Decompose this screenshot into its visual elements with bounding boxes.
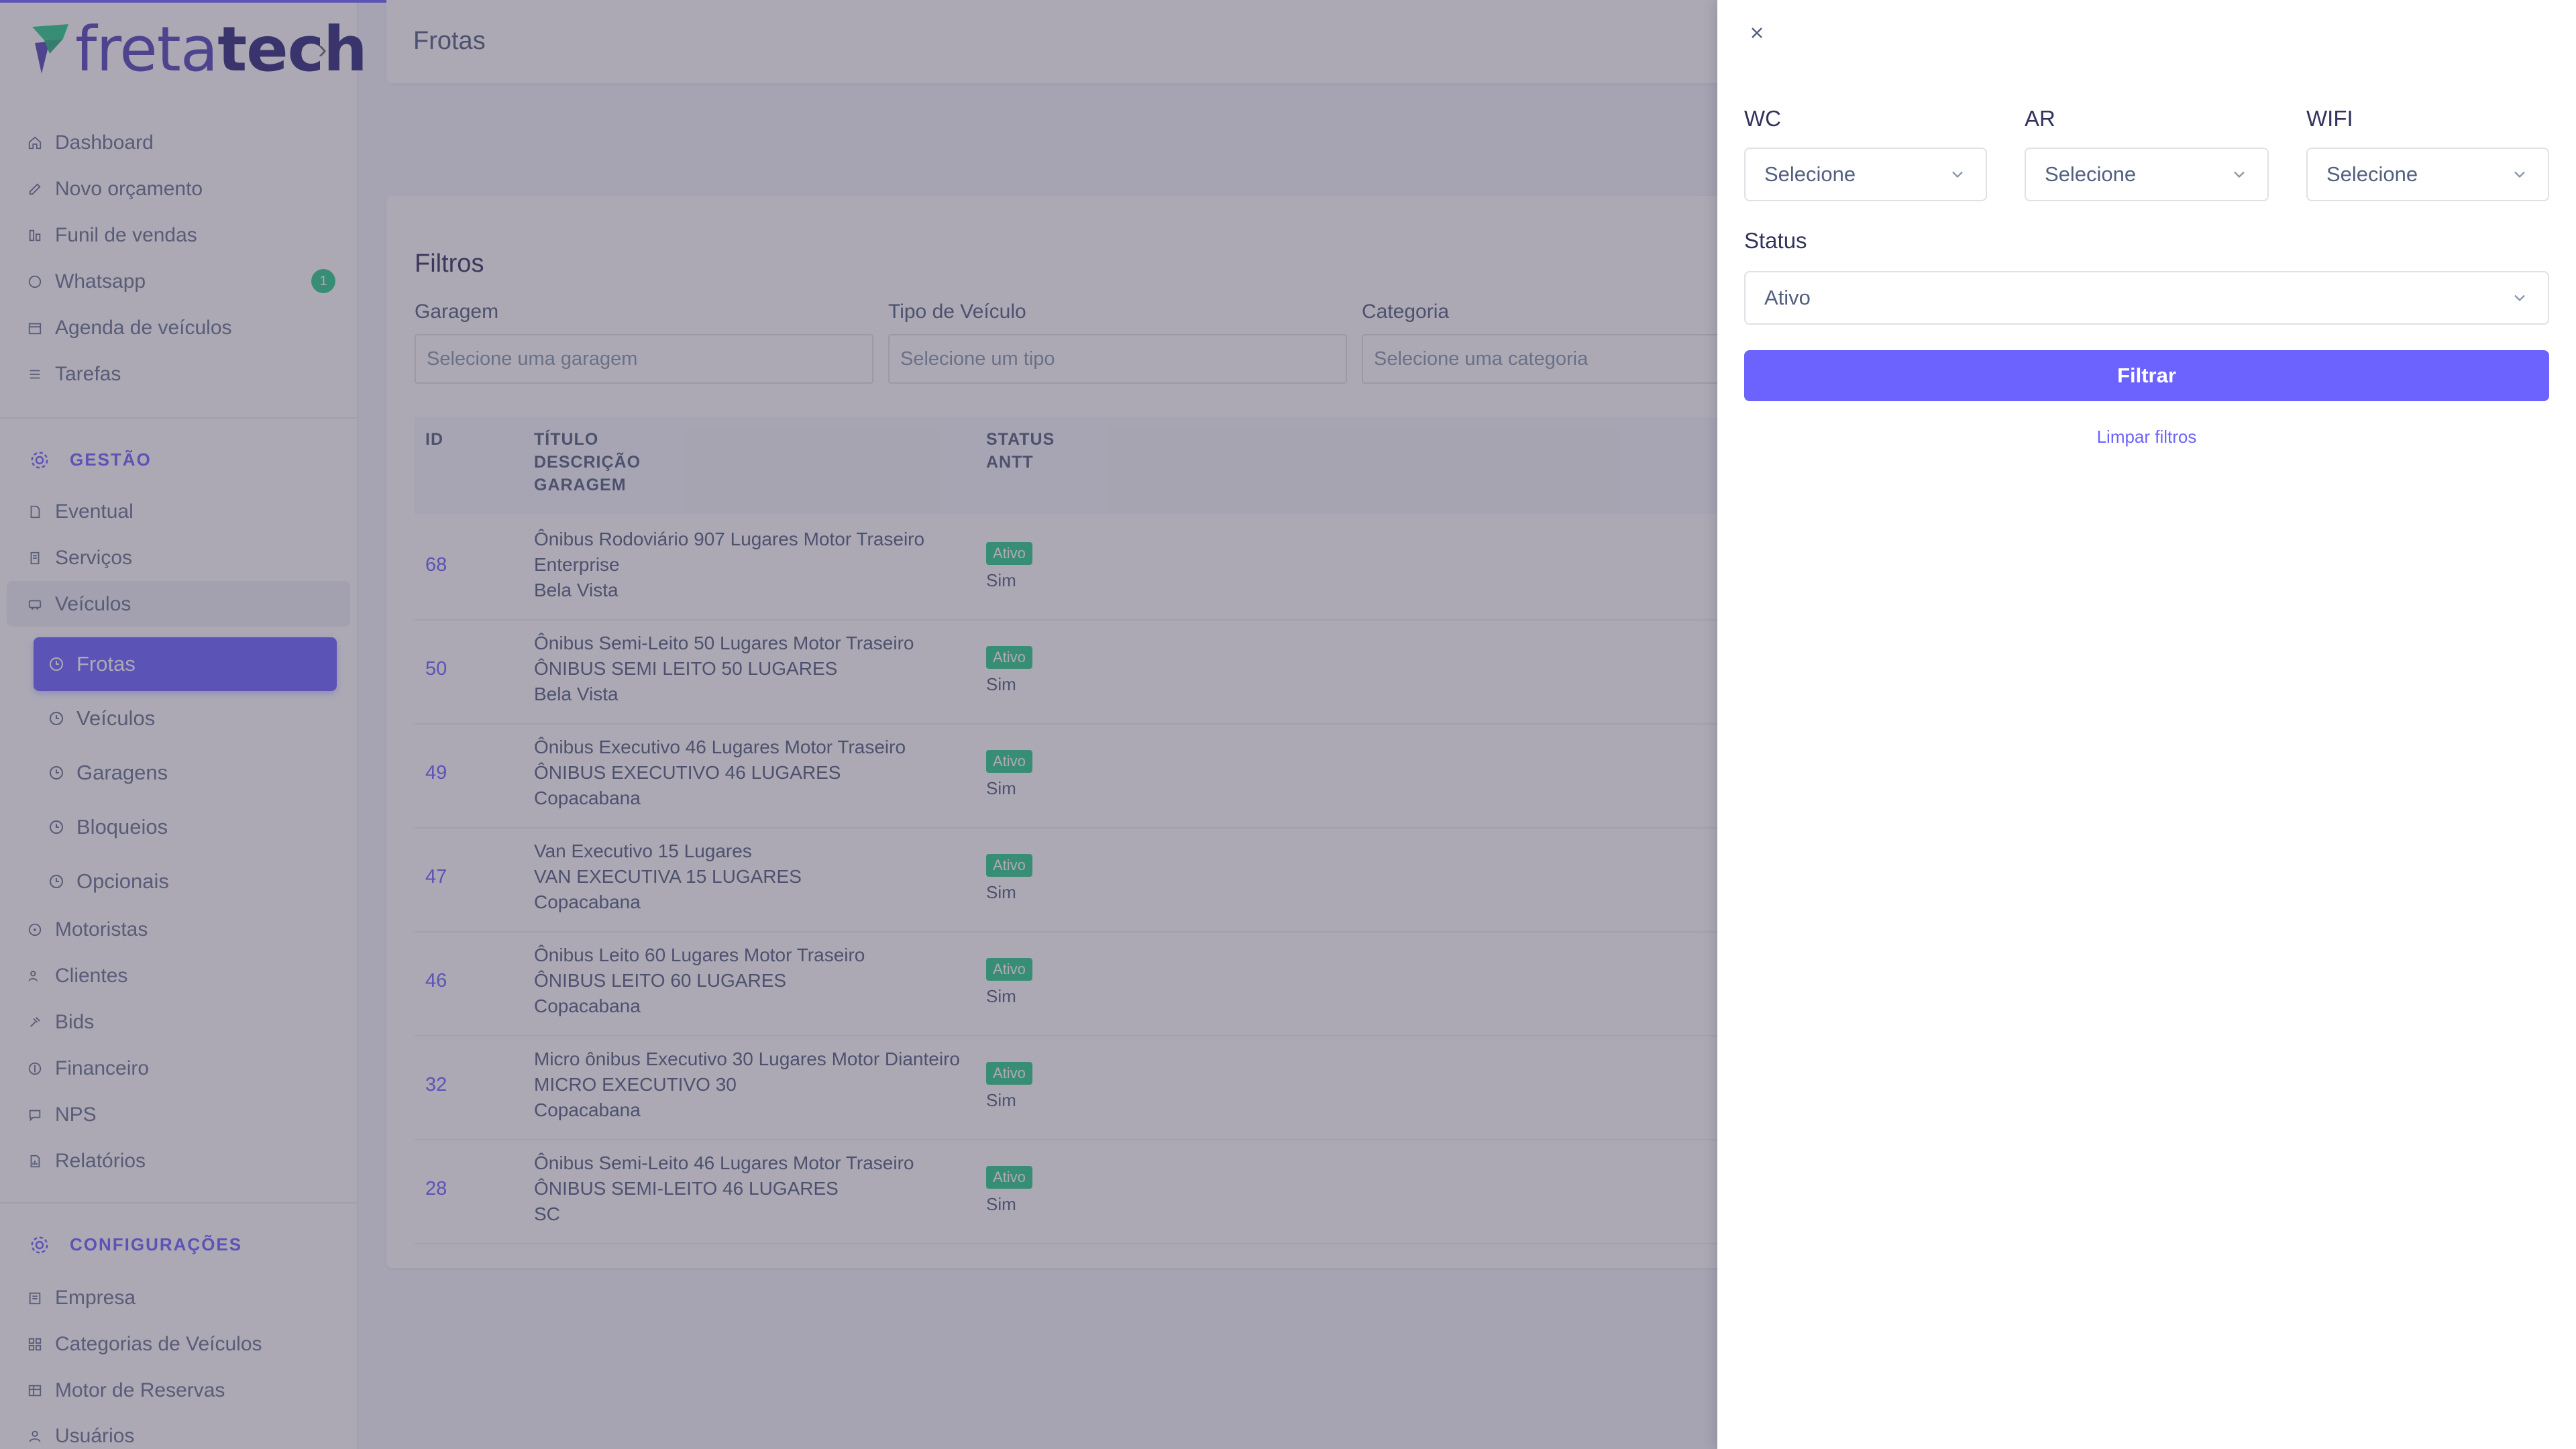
filter-drawer: WC Selecione AR Selecione WIFI Selecione… <box>1717 0 2576 1449</box>
filtrar-button[interactable]: Filtrar <box>1744 350 2549 401</box>
wc-select-value: Selecione <box>1764 162 1856 186</box>
wc-label: WC <box>1744 106 1781 131</box>
chevron-down-icon <box>2234 171 2245 178</box>
close-icon <box>1752 28 1762 38</box>
wc-select[interactable]: Selecione <box>1744 148 1987 201</box>
status-select[interactable]: Ativo <box>1744 271 2549 325</box>
ar-select-value: Selecione <box>2045 162 2137 186</box>
wifi-select[interactable]: Selecione <box>2306 148 2549 201</box>
wifi-select-value: Selecione <box>2326 162 2418 186</box>
wifi-label: WIFI <box>2306 106 2353 131</box>
limpar-filtros-link[interactable]: Limpar filtros <box>2097 427 2197 447</box>
status-select-value: Ativo <box>1764 286 1811 309</box>
ar-label: AR <box>2025 106 2055 131</box>
chevron-down-icon <box>1952 171 1963 178</box>
close-drawer-button[interactable] <box>1746 21 1768 44</box>
ar-select[interactable]: Selecione <box>2025 148 2269 201</box>
chevron-down-icon <box>2514 171 2525 178</box>
status-label: Status <box>1744 228 1807 253</box>
chevron-down-icon <box>2514 294 2525 302</box>
